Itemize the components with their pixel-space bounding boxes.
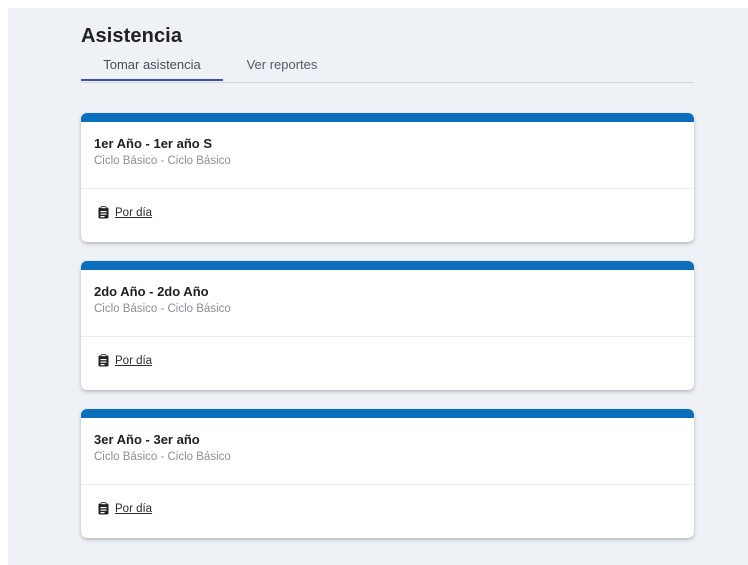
course-card: 1er Año - 1er año S Ciclo Básico - Ciclo…: [81, 113, 694, 242]
por-dia-link[interactable]: Por día: [98, 206, 152, 219]
card-subtitle: Ciclo Básico - Ciclo Básico: [94, 451, 231, 463]
course-card-list: 1er Año - 1er año S Ciclo Básico - Ciclo…: [81, 113, 694, 557]
card-title: 3er Año - 3er año: [94, 432, 200, 447]
card-subtitle: Ciclo Básico - Ciclo Básico: [94, 303, 231, 315]
por-dia-link[interactable]: Por día: [98, 502, 152, 515]
page-title: Asistencia: [81, 25, 183, 47]
card-header: 2do Año - 2do Año Ciclo Básico - Ciclo B…: [81, 270, 694, 337]
card-header: 3er Año - 3er año Ciclo Básico - Ciclo B…: [81, 418, 694, 485]
por-dia-label[interactable]: Por día: [115, 355, 152, 367]
card-title: 2do Año - 2do Año: [94, 284, 209, 299]
card-accent-bar: [81, 261, 694, 270]
card-title: 1er Año - 1er año S: [94, 136, 212, 151]
course-card: 2do Año - 2do Año Ciclo Básico - Ciclo B…: [81, 261, 694, 390]
card-accent-bar: [81, 409, 694, 418]
por-dia-link[interactable]: Por día: [98, 354, 152, 367]
card-header: 1er Año - 1er año S Ciclo Básico - Ciclo…: [81, 122, 694, 189]
clipboard-icon: [98, 502, 109, 515]
por-dia-label[interactable]: Por día: [115, 207, 152, 219]
por-dia-label[interactable]: Por día: [115, 503, 152, 515]
main-content: Asistencia Tomar asistencia Ver reportes…: [81, 24, 694, 538]
course-card: 3er Año - 3er año Ciclo Básico - Ciclo B…: [81, 409, 694, 538]
tab-bar: Tomar asistencia Ver reportes: [81, 54, 694, 83]
clipboard-icon: [98, 206, 109, 219]
tab-ver-reportes[interactable]: Ver reportes: [223, 54, 341, 81]
tab-tomar-asistencia[interactable]: Tomar asistencia: [81, 54, 223, 81]
card-accent-bar: [81, 113, 694, 122]
clipboard-icon: [98, 354, 109, 367]
card-subtitle: Ciclo Básico - Ciclo Básico: [94, 155, 231, 167]
